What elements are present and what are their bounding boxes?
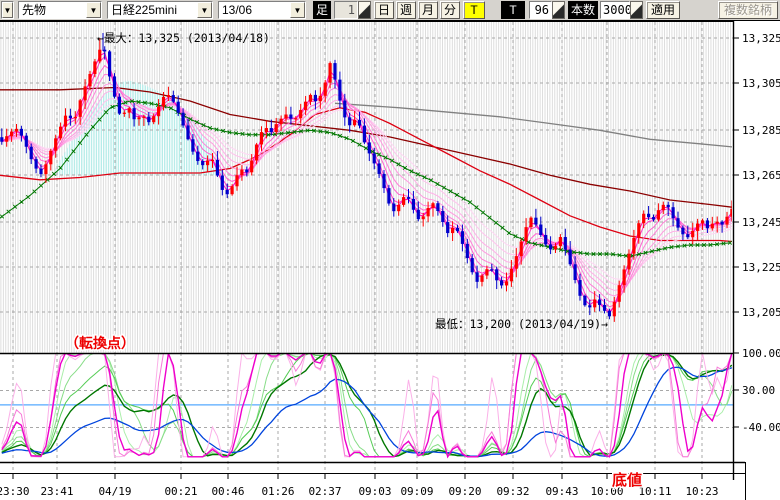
price-tick-label: 13,225 xyxy=(742,261,780,274)
month-interval-button[interactable]: 月 xyxy=(418,1,438,19)
oscillator-tick-label: 100.00 xyxy=(742,347,780,360)
ma-gray-line xyxy=(335,103,747,148)
toolbar: ▼ 先物 ▼ 日経225mini ▼ 13/06 ▼ 足 1 日 週 月 分 T… xyxy=(0,0,780,21)
sokone-label: 底値 xyxy=(612,471,642,489)
spinner-icon[interactable] xyxy=(552,1,565,19)
time-tick-label: 01:26 xyxy=(261,485,294,498)
symbol-select[interactable]: 日経225mini ▼ xyxy=(107,1,213,19)
price-tick-label: 13,285 xyxy=(742,124,780,137)
tick-count-label: T xyxy=(501,1,525,19)
interval-input[interactable]: 1 xyxy=(334,1,358,19)
day-interval-button[interactable]: 日 xyxy=(374,1,394,19)
spinner-icon[interactable] xyxy=(630,1,643,19)
bar-count-label: 本数 xyxy=(568,1,598,19)
time-tick-label: 04/19 xyxy=(98,485,131,498)
tenkanten-label: （転換点） xyxy=(65,335,135,352)
kumo-cloud xyxy=(55,81,225,176)
time-tick-label: 02:37 xyxy=(308,485,341,498)
minute-interval-button[interactable]: 分 xyxy=(440,1,460,19)
time-tick-label: 09:43 xyxy=(545,485,578,498)
chart-canvas[interactable]: ←最大：13,325 (2013/04/18) 最低：13,200 (2013/0… xyxy=(0,0,780,500)
time-tick-label: 23:30 xyxy=(0,485,30,498)
time-tick-label: 10:11 xyxy=(638,485,671,498)
chevron-down-icon[interactable]: ▼ xyxy=(2,2,13,18)
oscillator-tick-label: -40.00 xyxy=(742,421,780,434)
time-tick-label: 23:41 xyxy=(40,485,73,498)
contract-select[interactable]: 13/06 ▼ xyxy=(218,1,306,19)
market-select-value: 先物 xyxy=(19,2,86,18)
apply-button[interactable]: 適用 xyxy=(646,1,680,19)
week-interval-button[interactable]: 週 xyxy=(396,1,416,19)
time-axis-labels: 23:30 23:41 04/19 00:21 00:46 01:26 02:37 09:03… xyxy=(0,471,719,498)
time-tick-label: 09:20 xyxy=(448,485,481,498)
chevron-down-icon[interactable]: ▼ xyxy=(197,2,212,18)
time-tick-label: 00:46 xyxy=(211,485,244,498)
time-tick-label: 00:21 xyxy=(164,485,197,498)
market-select[interactable]: 先物 ▼ xyxy=(18,1,102,19)
oscillator-tick-label: 30.00 xyxy=(742,384,775,397)
bar-count-input[interactable]: 3000 xyxy=(600,1,630,19)
contract-select-value: 13/06 xyxy=(219,2,290,18)
min-annotation: 最低：13,200 (2013/04/19)→ xyxy=(435,317,608,331)
price-axis-labels: 13,325 13,305 13,285 13,265 13,245 13,225 13,2… xyxy=(733,32,780,434)
kumo-cloud xyxy=(55,81,225,176)
chevron-down-icon[interactable]: ▼ xyxy=(290,2,305,18)
mini-dropdown[interactable]: ▼ xyxy=(1,1,14,19)
chevron-down-icon[interactable]: ▼ xyxy=(86,2,101,18)
max-annotation: ←最大：13,325 (2013/04/18) xyxy=(97,31,270,45)
spinner-icon[interactable] xyxy=(358,1,371,19)
tick-interval-button[interactable]: T xyxy=(463,1,485,19)
price-tick-label: 13,245 xyxy=(742,216,780,229)
time-tick-label: 09:03 xyxy=(358,485,391,498)
ashi-label: 足 xyxy=(313,1,331,19)
time-tick-label: 09:32 xyxy=(496,485,529,498)
price-tick-label: 13,305 xyxy=(742,77,780,90)
multi-symbol-button[interactable]: 複数銘柄 xyxy=(718,1,778,19)
tick-count-input[interactable]: 96 xyxy=(529,1,552,19)
chart-window: ←最大：13,325 (2013/04/18) 最低：13,200 (2013/0… xyxy=(0,0,780,500)
price-tick-label: 13,325 xyxy=(742,32,780,45)
time-tick-label: 09:09 xyxy=(400,485,433,498)
price-tick-label: 13,205 xyxy=(742,306,780,319)
symbol-select-value: 日経225mini xyxy=(108,2,197,18)
time-tick-label: 10:23 xyxy=(685,485,718,498)
price-tick-label: 13,265 xyxy=(742,169,780,182)
